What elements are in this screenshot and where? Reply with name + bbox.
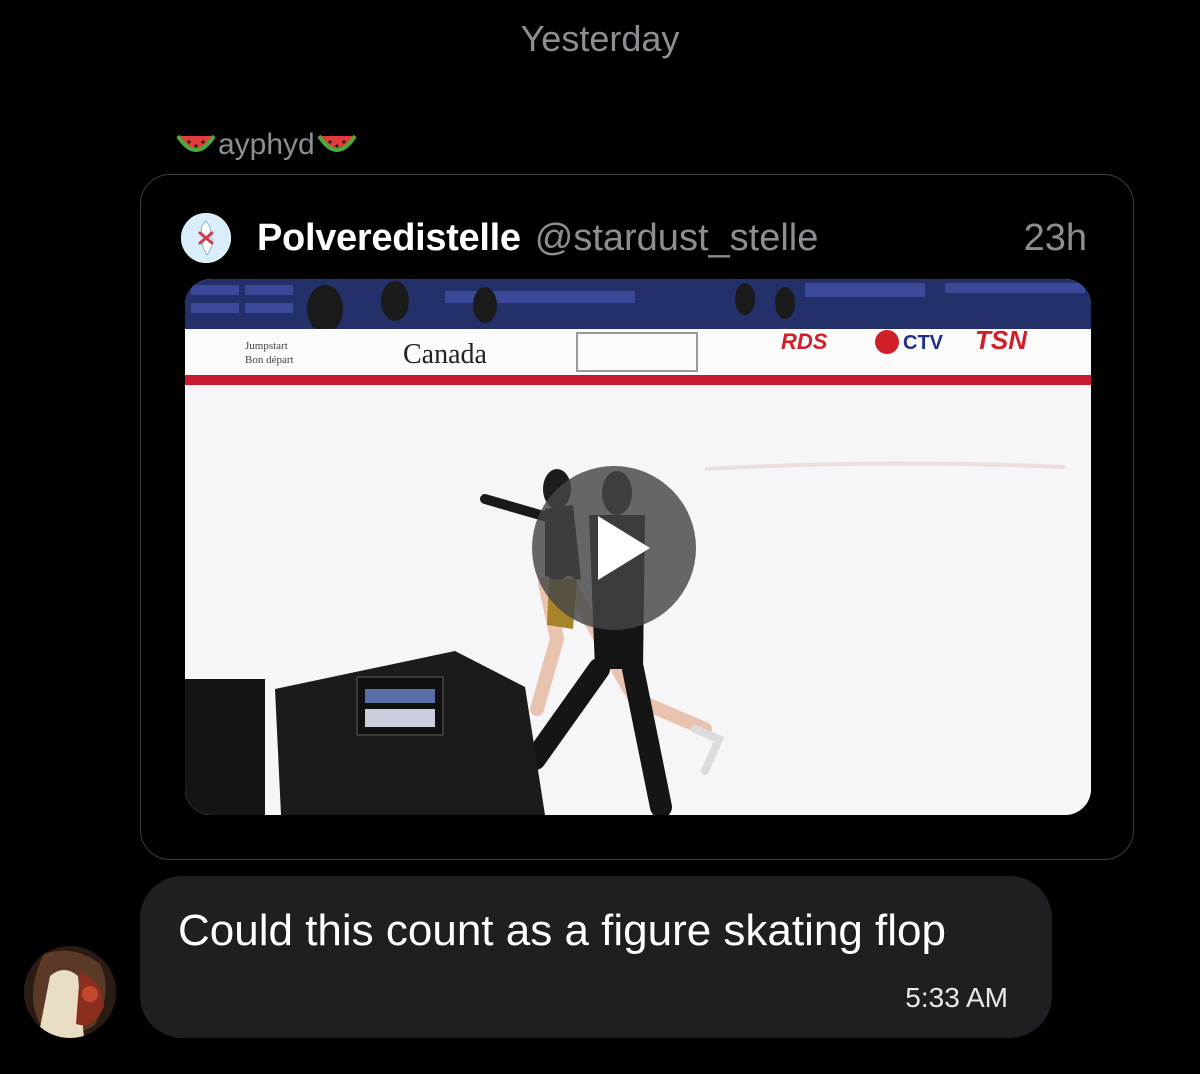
tweet-author-handle[interactable]: @stardust_stelle xyxy=(535,217,819,260)
avatar-image xyxy=(181,213,231,263)
tweet-timestamp: 23h xyxy=(1023,216,1087,259)
sender-label: ayphyd xyxy=(176,128,357,162)
watermelon-icon xyxy=(317,134,357,152)
board-ad-jumpstart: Jumpstart xyxy=(245,340,288,352)
sender-name: ayphyd xyxy=(218,128,315,161)
message-text: Could this count as a figure skating flo… xyxy=(178,906,947,955)
tweet-header: Polveredistelle @stardust_stelle 23h xyxy=(181,213,1087,263)
message-bubble[interactable]: Could this count as a figure skating flo… xyxy=(140,876,1052,1038)
tweet-author-avatar[interactable] xyxy=(181,213,231,263)
avatar-image xyxy=(24,946,116,1038)
board-ad-canada: Canada xyxy=(403,339,488,370)
watermelon-icon xyxy=(176,134,216,152)
message-timestamp: 5:33 AM xyxy=(905,982,1008,1013)
sender-avatar[interactable] xyxy=(24,946,116,1038)
board-ad-bon-depart: Bon départ xyxy=(245,354,294,366)
play-button[interactable] xyxy=(532,466,696,630)
board-ad-ctv: CTV xyxy=(903,332,944,354)
board-ad-tsn: TSN xyxy=(975,325,1028,355)
date-separator: Yesterday xyxy=(520,18,680,59)
board-ad-rds: RDS xyxy=(781,329,828,354)
tweet-author-name[interactable]: Polveredistelle xyxy=(257,217,521,260)
